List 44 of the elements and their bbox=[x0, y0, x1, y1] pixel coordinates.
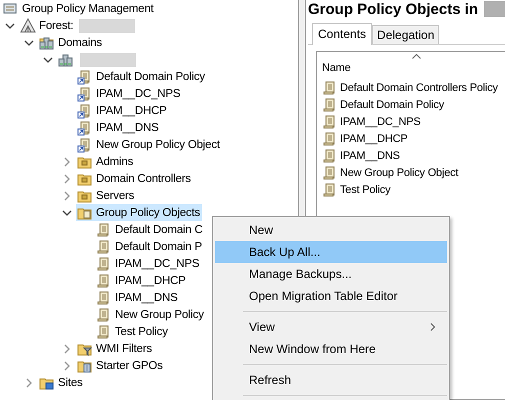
tree-item[interactable]: Starter GPOs bbox=[76, 357, 165, 374]
menu-item[interactable]: Back Up All... bbox=[215, 241, 447, 263]
tree-item[interactable]: IPAM__DHCP bbox=[76, 102, 169, 119]
list-item[interactable]: Test Policy bbox=[322, 181, 505, 198]
tree-item[interactable]: IPAM__DC_NPS bbox=[76, 85, 182, 102]
tree-item[interactable]: Default Domain Policy bbox=[76, 68, 207, 85]
tree-item[interactable]: Forest: bbox=[19, 17, 76, 34]
tree-item[interactable]: Sites bbox=[38, 374, 85, 391]
list-item[interactable]: IPAM__DNS bbox=[322, 147, 505, 164]
list-item[interactable]: New Group Policy Object bbox=[322, 164, 505, 181]
list-item[interactable]: Default Domain Controllers Policy bbox=[322, 79, 505, 96]
tree-item[interactable]: Group Policy Management bbox=[2, 0, 156, 17]
menu-item[interactable]: Refresh bbox=[215, 369, 447, 391]
menu-item[interactable]: New bbox=[215, 219, 447, 241]
list-item[interactable]: IPAM__DHCP bbox=[322, 130, 505, 147]
tree-item[interactable]: Default Domain C bbox=[95, 221, 205, 238]
tree-item[interactable]: IPAM__DC_NPS bbox=[95, 255, 202, 272]
tree-item[interactable]: Domain Controllers bbox=[76, 170, 193, 187]
tree-item[interactable]: WMI Filters bbox=[76, 340, 154, 357]
tree-item[interactable]: Admins bbox=[76, 153, 136, 170]
tab[interactable]: Contents bbox=[312, 23, 372, 45]
column-header[interactable]: Name bbox=[322, 59, 505, 79]
menu-item[interactable]: Open Migration Table Editor bbox=[215, 285, 447, 307]
pane-title: Group Policy Objects in bbox=[308, 0, 478, 18]
list-item[interactable]: IPAM__DC_NPS bbox=[322, 113, 505, 130]
tree-item[interactable]: Default Domain P bbox=[95, 238, 204, 255]
triangle-tree-icon bbox=[20, 18, 36, 34]
menu-item[interactable]: View bbox=[215, 316, 447, 338]
tree-item[interactable]: Domains bbox=[38, 34, 104, 51]
tree-item[interactable]: Servers bbox=[76, 187, 136, 204]
server-icon bbox=[58, 52, 74, 68]
list-item[interactable]: Default Domain Policy bbox=[322, 96, 505, 113]
tree-item[interactable]: IPAM__DNS bbox=[76, 119, 161, 136]
menu-item[interactable]: Manage Backups... bbox=[215, 263, 447, 285]
server-folder-icon bbox=[39, 34, 55, 50]
tree-item[interactable]: Group Policy Objects bbox=[76, 204, 202, 221]
tree-item[interactable]: New Group Policy bbox=[95, 306, 206, 323]
tree-item[interactable]: IPAM__DNS bbox=[95, 289, 180, 306]
tree-item[interactable]: New Group Policy Object bbox=[76, 136, 222, 153]
tab[interactable]: Delegation bbox=[372, 25, 440, 44]
menu-item[interactable]: New Window from Here bbox=[215, 338, 447, 360]
console-icon bbox=[3, 0, 19, 16]
tree-item[interactable]: Test Policy bbox=[95, 323, 170, 340]
tree-item[interactable]: IPAM__DHCP bbox=[95, 272, 188, 289]
